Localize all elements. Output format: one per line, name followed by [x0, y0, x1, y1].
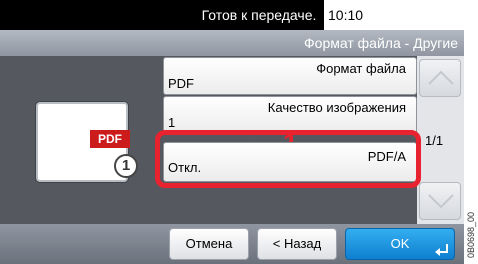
pdf-format-tag: PDF — [90, 130, 130, 148]
scroll-column: 1/1 — [417, 56, 464, 224]
list-item-file-format[interactable]: Формат файла PDF — [163, 57, 417, 95]
page-title: Формат файла - Другие — [304, 35, 458, 51]
list-item-title: Формат файла — [316, 61, 406, 76]
scroll-down-button[interactable] — [419, 182, 461, 220]
status-message: Готов к передаче. — [201, 7, 317, 23]
bottom-bar: Отмена < Назад OK — [0, 224, 464, 264]
ok-button-label: OK — [390, 236, 410, 251]
scroll-up-button[interactable] — [419, 59, 461, 97]
side-reference-code: 0B0698_00 — [464, 0, 478, 264]
status-time: 10:10 — [328, 7, 364, 23]
reference-code-text: 0B0698_00 — [466, 211, 476, 258]
list-item-title: Качество изображения — [267, 100, 406, 115]
ok-button[interactable]: OK — [345, 228, 455, 260]
title-bar: Формат файла - Другие — [0, 30, 464, 56]
document-preview: PDF 1 — [36, 102, 138, 182]
page-counter: 1/1 — [425, 133, 444, 148]
list-item-value: 1 — [168, 115, 176, 130]
list-item-image-quality[interactable]: Качество изображения 1 1 — [163, 96, 417, 158]
list-item-value: PDF — [168, 76, 194, 91]
status-bar: Готов к передаче. 10:10 — [0, 0, 464, 30]
back-button[interactable]: < Назад — [257, 228, 337, 260]
selection-highlight — [155, 130, 421, 188]
copier-screen: Готов к передаче. 10:10 Формат файла - Д… — [0, 0, 464, 264]
cancel-button[interactable]: Отмена — [169, 228, 249, 260]
empty-list-slot — [163, 186, 417, 222]
preview-marker: 1 — [114, 154, 138, 178]
chevron-up-icon — [428, 70, 454, 85]
enter-icon — [435, 244, 448, 256]
chevron-down-icon — [428, 194, 454, 209]
